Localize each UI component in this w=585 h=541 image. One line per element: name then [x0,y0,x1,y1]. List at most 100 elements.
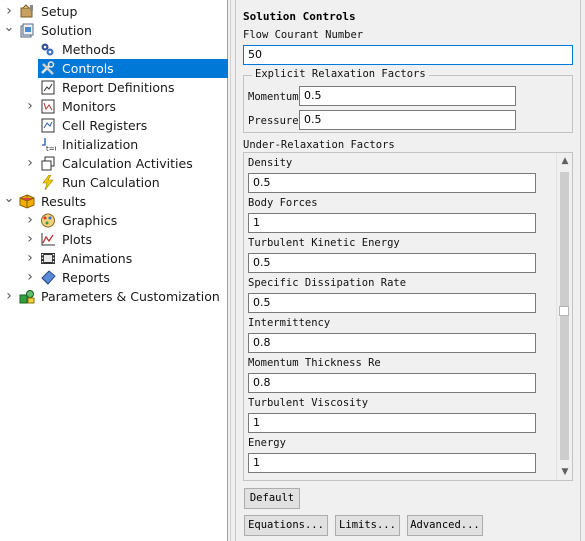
tree-item-label: Report Definitions [62,80,175,95]
tree-item-content[interactable]: Cell Registers [38,116,147,135]
setup-icon [19,4,35,19]
tree-item-content[interactable]: Results [17,192,86,211]
solution-icon [19,23,35,38]
urf-scrollbar[interactable]: ▲ ▼ [556,153,572,480]
tree-item-setup[interactable]: › Setup [0,2,228,21]
urf-item: Energy 1 [248,434,548,474]
limits-button[interactable]: Limits... [335,515,400,536]
urf-input[interactable]: 0.8 [248,373,536,393]
scroll-up-icon[interactable]: ▲ [557,153,572,169]
tree-item-content[interactable]: Animations [38,249,132,268]
chevron-right-icon[interactable]: › [24,154,36,173]
tree-item-label: Graphics [62,213,118,228]
explicit-relaxation-title: Explicit Relaxation Factors [252,68,429,80]
urf-item: Turbulent Viscosity 1 [248,394,548,434]
tree-item-report-definitions[interactable]: Report Definitions [0,78,228,97]
tree-item-label: Solution [41,23,92,38]
tree-item-results[interactable]: ⌄ Results [0,192,228,211]
urf-item: Body Forces 1 [248,194,548,234]
tree-item-content[interactable]: Reports [38,268,110,287]
tree-item-content[interactable]: Controls [38,59,228,78]
tree-item-content[interactable]: Calculation Activities [38,154,193,173]
chevron-down-icon[interactable]: ⌄ [3,21,15,40]
urf-label: Body Forces [248,197,318,209]
tree-item-parameters-customization[interactable]: › Parameters & Customization [0,287,228,306]
urf-input[interactable]: 0.8 [248,333,536,353]
tree-item-content[interactable]: Run Calculation [38,173,160,192]
tree-item-label: Run Calculation [62,175,160,190]
tree-item-initialization[interactable]: t=0 Initialization [0,135,228,154]
urf-input[interactable]: 0.5 [248,173,536,193]
urf-scroll-area[interactable]: Density 0.5 Body Forces 1 Turbulent Kinetic … [243,152,573,481]
tree-item-content[interactable]: Methods [38,40,115,59]
tree-item-label: Methods [62,42,116,57]
tree-item-content[interactable]: Solution [17,21,92,40]
panel-title: Solution Controls [243,10,356,23]
svg-text:t=0: t=0 [46,145,56,152]
run-calculation-icon [40,174,56,191]
urf-item: Turbulent Kinetic Energy 0.5 [248,234,548,274]
urf-item: Momentum Thickness Re 0.8 [248,354,548,394]
chevron-right-icon[interactable]: › [24,211,36,230]
urf-input[interactable]: 1 [248,453,536,473]
tree-item-content[interactable]: Monitors [38,97,116,116]
tree-item-content[interactable]: Report Definitions [38,78,174,97]
scroll-down-icon[interactable]: ▼ [557,464,572,480]
tree-item-methods[interactable]: Methods [0,40,228,59]
tree-item-animations[interactable]: › Animations [0,249,228,268]
pressure-label: Pressure [248,115,299,127]
urf-item: Density 0.5 [248,154,548,194]
pressure-input[interactable]: 0.5 [299,110,516,130]
tree-item-content[interactable]: Plots [38,230,92,249]
urf-input[interactable]: 0.5 [248,293,536,313]
tree-item-label: Results [41,194,87,209]
advanced-button[interactable]: Advanced... [407,515,483,536]
default-button[interactable]: Default [244,488,300,509]
tree-item-plots[interactable]: › Plots [0,230,228,249]
scrollbar-thumb[interactable] [560,172,569,460]
tree-item-label: Calculation Activities [62,156,193,171]
chevron-right-icon[interactable]: › [24,249,36,268]
tree-item-monitors[interactable]: › Monitors [0,97,228,116]
monitors-icon [40,99,56,114]
chevron-right-icon[interactable]: › [24,97,36,116]
chevron-right-icon[interactable]: › [3,287,15,306]
plots-icon [40,232,56,247]
tree-item-label: Cell Registers [62,118,148,133]
tree-item-label: Parameters & Customization [41,289,220,304]
chevron-right-icon[interactable]: › [24,230,36,249]
tree-item-content[interactable]: t=0 Initialization [38,135,138,154]
flow-courant-input[interactable]: 50 [243,45,573,65]
urf-input[interactable]: 1 [248,413,536,433]
parameters-icon [19,289,35,304]
tree-item-label: Controls [62,61,114,76]
chevron-right-icon[interactable]: › [3,2,15,21]
controls-icon [40,61,56,76]
tree-item-controls[interactable]: Controls [0,59,228,78]
tree-item-graphics[interactable]: › Graphics [0,211,228,230]
tree-item-calculation-activities[interactable]: › Calculation Activities [0,154,228,173]
urf-group-title: Under-Relaxation Factors [243,139,395,151]
reports-icon [40,270,56,285]
tree-item-reports[interactable]: › Reports [0,268,228,287]
tree-item-label: Setup [41,4,78,19]
tree-item-solution[interactable]: ⌄ Solution [0,21,228,40]
urf-label: Specific Dissipation Rate [248,277,407,289]
chevron-right-icon[interactable]: › [24,268,36,287]
tree-item-content[interactable]: Graphics [38,211,117,230]
tree-item-label: Initialization [62,137,139,152]
tree-item-content[interactable]: Parameters & Customization [17,287,220,306]
chevron-down-icon[interactable]: ⌄ [3,192,15,211]
urf-label: Momentum Thickness Re [248,357,381,369]
tree-item-run-calculation[interactable]: Run Calculation [0,173,228,192]
flow-courant-label: Flow Courant Number [243,29,364,41]
tree-item-content[interactable]: Setup [17,2,77,21]
results-icon [19,194,35,209]
tree-item-cell-registers[interactable]: Cell Registers [0,116,228,135]
urf-input[interactable]: 1 [248,213,536,233]
urf-label: Turbulent Viscosity [248,397,369,409]
momentum-input[interactable]: 0.5 [299,86,516,106]
scrollbar-grip-icon [559,306,569,316]
urf-input[interactable]: 0.5 [248,253,536,273]
equations-button[interactable]: Equations... [244,515,328,536]
